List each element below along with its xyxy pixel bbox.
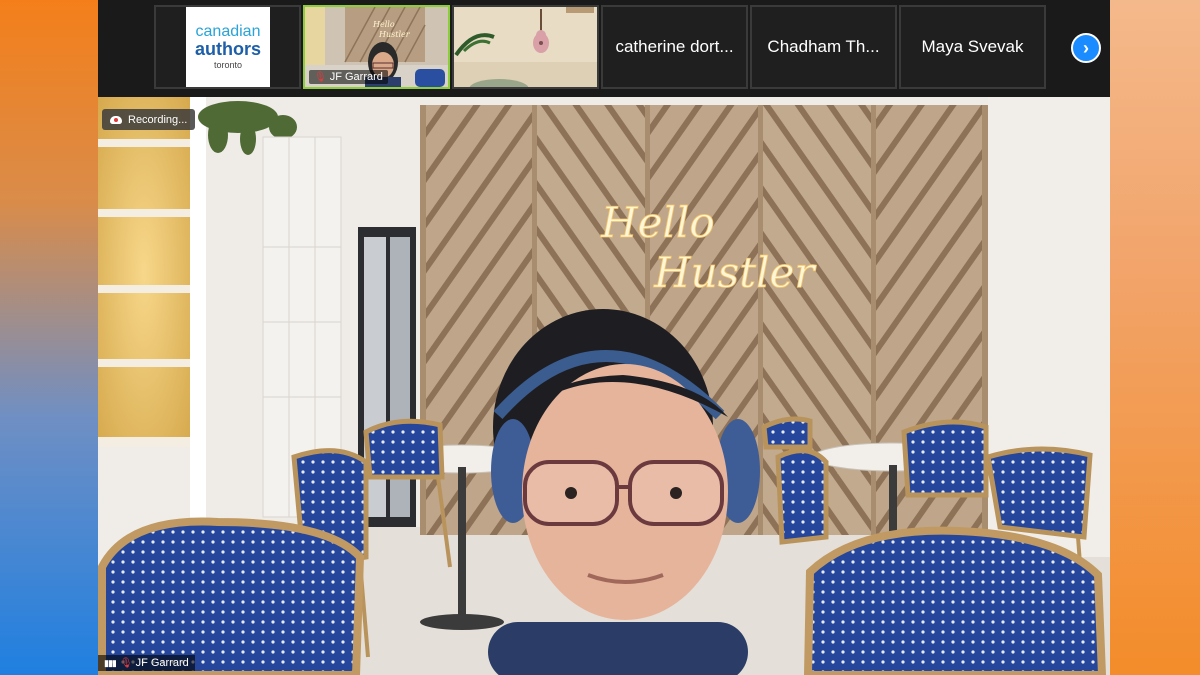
logo-text-line3: toronto: [213, 60, 243, 70]
participant-video-thumbnail: [454, 7, 597, 87]
speaker-name: JF Garrard: [135, 657, 189, 669]
signal-strength-icon: ▮▮▮: [104, 658, 117, 668]
background-right: [1110, 0, 1200, 675]
participant-name: Chadham Th...: [767, 37, 880, 56]
speaker-name-tag: ▮▮▮ 🎙 JF Garrard: [98, 655, 195, 671]
participant-tile-video[interactable]: [452, 5, 599, 89]
neon-sign-line2: Hustler: [653, 248, 817, 297]
recording-indicator[interactable]: Recording...: [102, 109, 196, 130]
canadian-authors-logo: canadian authors toronto: [186, 7, 270, 87]
filmstrip: canadian authors toronto Hello Hustler 🎙…: [98, 0, 1110, 97]
participant-tile-name[interactable]: catherine dort...: [601, 5, 748, 89]
mic-muted-icon: 🎙: [314, 72, 327, 83]
participant-tile-active[interactable]: Hello Hustler 🎙 JF Garrard: [303, 5, 450, 89]
next-page-button[interactable]: ›: [1071, 33, 1101, 63]
svg-text:Hello: Hello: [372, 20, 395, 29]
logo-text-line2: authors: [194, 39, 261, 59]
participant-name: JF Garrard: [329, 71, 383, 83]
chevron-right-icon: ›: [1083, 37, 1089, 58]
speaker-video-frame: Hello Hustler: [98, 97, 1110, 675]
participant-name: Maya Svevak: [921, 37, 1024, 56]
participant-tile-name[interactable]: Maya Svevak: [899, 5, 1046, 89]
svg-text:Hustler: Hustler: [378, 30, 411, 39]
logo-text-line1: canadian: [195, 23, 261, 40]
participant-name: catherine dort...: [615, 37, 734, 56]
recording-label: Recording...: [128, 113, 188, 126]
zoom-window: canadian authors toronto Hello Hustler 🎙…: [98, 0, 1110, 675]
participant-tile-name[interactable]: Chadham Th...: [750, 5, 897, 89]
participant-name-tag: 🎙 JF Garrard: [309, 70, 388, 84]
cloud-recording-icon: [110, 115, 122, 124]
main-speaker-video[interactable]: Hello Hustler Recording... ▮▮▮ 🎙 JF Garr…: [98, 97, 1110, 675]
participant-tile-logo[interactable]: canadian authors toronto: [154, 5, 301, 89]
neon-sign-line1: Hello: [600, 198, 715, 247]
mic-muted-icon: 🎙: [119, 658, 133, 669]
